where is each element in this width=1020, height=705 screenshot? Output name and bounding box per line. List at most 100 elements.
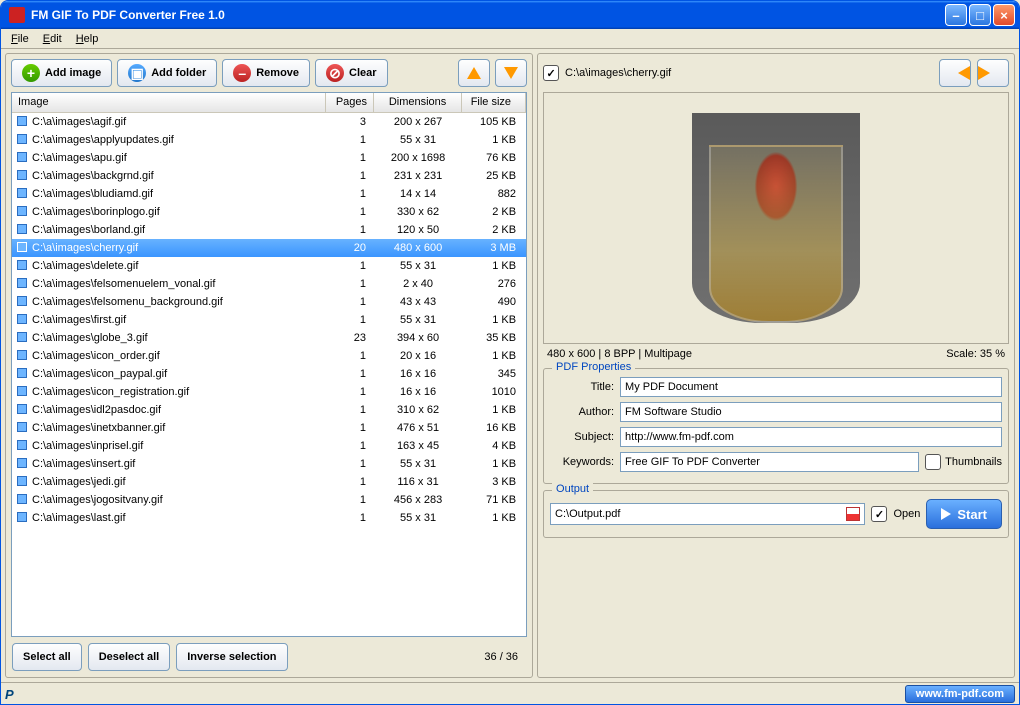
cell-path: C:\a\images\delete.gif <box>30 260 326 272</box>
col-image[interactable]: Image <box>12 93 326 112</box>
cell-size: 71 KB <box>462 494 526 506</box>
start-button[interactable]: Start <box>926 499 1002 529</box>
cell-path: C:\a\images\icon_order.gif <box>30 350 326 362</box>
pdf-icon[interactable] <box>846 507 860 521</box>
left-toolbar: + Add image ▣ Add folder – Remove ⊘ Clea… <box>6 54 532 92</box>
deselect-all-button[interactable]: Deselect all <box>88 643 171 671</box>
file-icon <box>17 494 27 504</box>
file-icon <box>17 188 27 198</box>
paypal-icon[interactable]: P <box>5 687 25 701</box>
menu-help[interactable]: Help <box>70 31 105 47</box>
menu-file[interactable]: File <box>5 31 35 47</box>
menubar: File Edit Help <box>1 29 1019 49</box>
table-row[interactable]: C:\a\images\applyupdates.gif155 x 311 KB <box>12 131 526 149</box>
move-up-button[interactable] <box>458 59 490 87</box>
menu-edit[interactable]: Edit <box>37 31 68 47</box>
cell-dimensions: 200 x 267 <box>374 116 462 128</box>
table-row[interactable]: C:\a\images\jogositvany.gif1456 x 28371 … <box>12 491 526 509</box>
file-icon <box>17 422 27 432</box>
cell-size: 4 KB <box>462 440 526 452</box>
file-icon <box>17 386 27 396</box>
file-icon <box>17 332 27 342</box>
subject-input[interactable] <box>620 427 1002 447</box>
table-row[interactable]: C:\a\images\inetxbanner.gif1476 x 5116 K… <box>12 419 526 437</box>
prev-page-button[interactable] <box>939 59 971 87</box>
remove-button[interactable]: – Remove <box>222 59 310 87</box>
cell-dimensions: 476 x 51 <box>374 422 462 434</box>
move-down-button[interactable] <box>495 59 527 87</box>
add-image-button[interactable]: + Add image <box>11 59 112 87</box>
window-title: FM GIF To PDF Converter Free 1.0 <box>29 8 945 22</box>
table-row[interactable]: C:\a\images\first.gif155 x 311 KB <box>12 311 526 329</box>
pdf-properties-group: PDF Properties Title: Author: Subject: K… <box>543 368 1009 484</box>
app-icon <box>9 7 25 23</box>
add-folder-button[interactable]: ▣ Add folder <box>117 59 217 87</box>
cell-dimensions: 310 x 62 <box>374 404 462 416</box>
close-button[interactable]: × <box>993 4 1015 26</box>
cell-size: 1 KB <box>462 134 526 146</box>
cell-path: C:\a\images\jogositvany.gif <box>30 494 326 506</box>
cell-pages: 1 <box>326 206 374 218</box>
website-link[interactable]: www.fm-pdf.com <box>905 685 1015 703</box>
table-row[interactable]: C:\a\images\borinplogo.gif1330 x 622 KB <box>12 203 526 221</box>
col-pages[interactable]: Pages <box>326 93 374 112</box>
thumbnails-checkbox[interactable] <box>925 454 941 470</box>
cell-size: 2 KB <box>462 224 526 236</box>
table-row[interactable]: C:\a\images\insert.gif155 x 311 KB <box>12 455 526 473</box>
table-row[interactable]: C:\a\images\felsomenuelem_vonal.gif12 x … <box>12 275 526 293</box>
cell-path: C:\a\images\felsomenuelem_vonal.gif <box>30 278 326 290</box>
cell-path: C:\a\images\inprisel.gif <box>30 440 326 452</box>
preview-checkbox[interactable] <box>543 65 559 81</box>
table-row[interactable]: C:\a\images\felsomenu_background.gif143 … <box>12 293 526 311</box>
table-row[interactable]: C:\a\images\icon_order.gif120 x 161 KB <box>12 347 526 365</box>
table-row[interactable]: C:\a\images\agif.gif3200 x 267105 KB <box>12 113 526 131</box>
table-row[interactable]: C:\a\images\icon_registration.gif116 x 1… <box>12 383 526 401</box>
preview-path: C:\a\images\cherry.gif <box>565 67 933 79</box>
table-row[interactable]: C:\a\images\cherry.gif20480 x 6003 MB <box>12 239 526 257</box>
statusbar: P www.fm-pdf.com <box>1 682 1019 704</box>
table-body[interactable]: C:\a\images\agif.gif3200 x 267105 KBC:\a… <box>12 113 526 636</box>
col-filesize[interactable]: File size <box>462 93 526 112</box>
cell-path: C:\a\images\inetxbanner.gif <box>30 422 326 434</box>
table-row[interactable]: C:\a\images\backgrnd.gif1231 x 23125 KB <box>12 167 526 185</box>
cell-size: 76 KB <box>462 152 526 164</box>
play-icon <box>941 508 951 520</box>
table-row[interactable]: C:\a\images\delete.gif155 x 311 KB <box>12 257 526 275</box>
table-row[interactable]: C:\a\images\jedi.gif1116 x 313 KB <box>12 473 526 491</box>
inverse-selection-button[interactable]: Inverse selection <box>176 643 287 671</box>
titlebar[interactable]: FM GIF To PDF Converter Free 1.0 – □ × <box>1 1 1019 29</box>
table-row[interactable]: C:\a\images\apu.gif1200 x 169876 KB <box>12 149 526 167</box>
table-row[interactable]: C:\a\images\globe_3.gif23394 x 6035 KB <box>12 329 526 347</box>
file-icon <box>17 152 27 162</box>
open-checkbox[interactable] <box>871 506 887 522</box>
preview-info: 480 x 600 | 8 BPP | Multipage Scale: 35 … <box>543 346 1009 362</box>
table-row[interactable]: C:\a\images\borland.gif1120 x 502 KB <box>12 221 526 239</box>
cell-path: C:\a\images\applyupdates.gif <box>30 134 326 146</box>
table-row[interactable]: C:\a\images\icon_paypal.gif116 x 16345 <box>12 365 526 383</box>
title-input[interactable] <box>620 377 1002 397</box>
app-window: FM GIF To PDF Converter Free 1.0 – □ × F… <box>0 0 1020 705</box>
table-row[interactable]: C:\a\images\inprisel.gif1163 x 454 KB <box>12 437 526 455</box>
table-row[interactable]: C:\a\images\bludiamd.gif114 x 14882 <box>12 185 526 203</box>
file-icon <box>17 512 27 522</box>
select-all-button[interactable]: Select all <box>12 643 82 671</box>
table-row[interactable]: C:\a\images\idl2pasdoc.gif1310 x 621 KB <box>12 401 526 419</box>
cell-size: 1 KB <box>462 458 526 470</box>
keywords-input[interactable] <box>620 452 919 472</box>
cell-dimensions: 163 x 45 <box>374 440 462 452</box>
author-input[interactable] <box>620 402 1002 422</box>
cell-path: C:\a\images\icon_registration.gif <box>30 386 326 398</box>
next-page-button[interactable] <box>977 59 1009 87</box>
cell-dimensions: 120 x 50 <box>374 224 462 236</box>
preview-area <box>543 92 1009 344</box>
cell-pages: 1 <box>326 350 374 362</box>
cell-pages: 1 <box>326 476 374 488</box>
maximize-button[interactable]: □ <box>969 4 991 26</box>
clear-button[interactable]: ⊘ Clear <box>315 59 388 87</box>
selection-toolbar: Select all Deselect all Inverse selectio… <box>6 637 532 677</box>
minimize-button[interactable]: – <box>945 4 967 26</box>
arrow-down-icon <box>504 67 518 79</box>
output-path-input[interactable]: C:\Output.pdf <box>550 503 865 525</box>
table-row[interactable]: C:\a\images\last.gif155 x 311 KB <box>12 509 526 527</box>
col-dimensions[interactable]: Dimensions <box>374 93 462 112</box>
